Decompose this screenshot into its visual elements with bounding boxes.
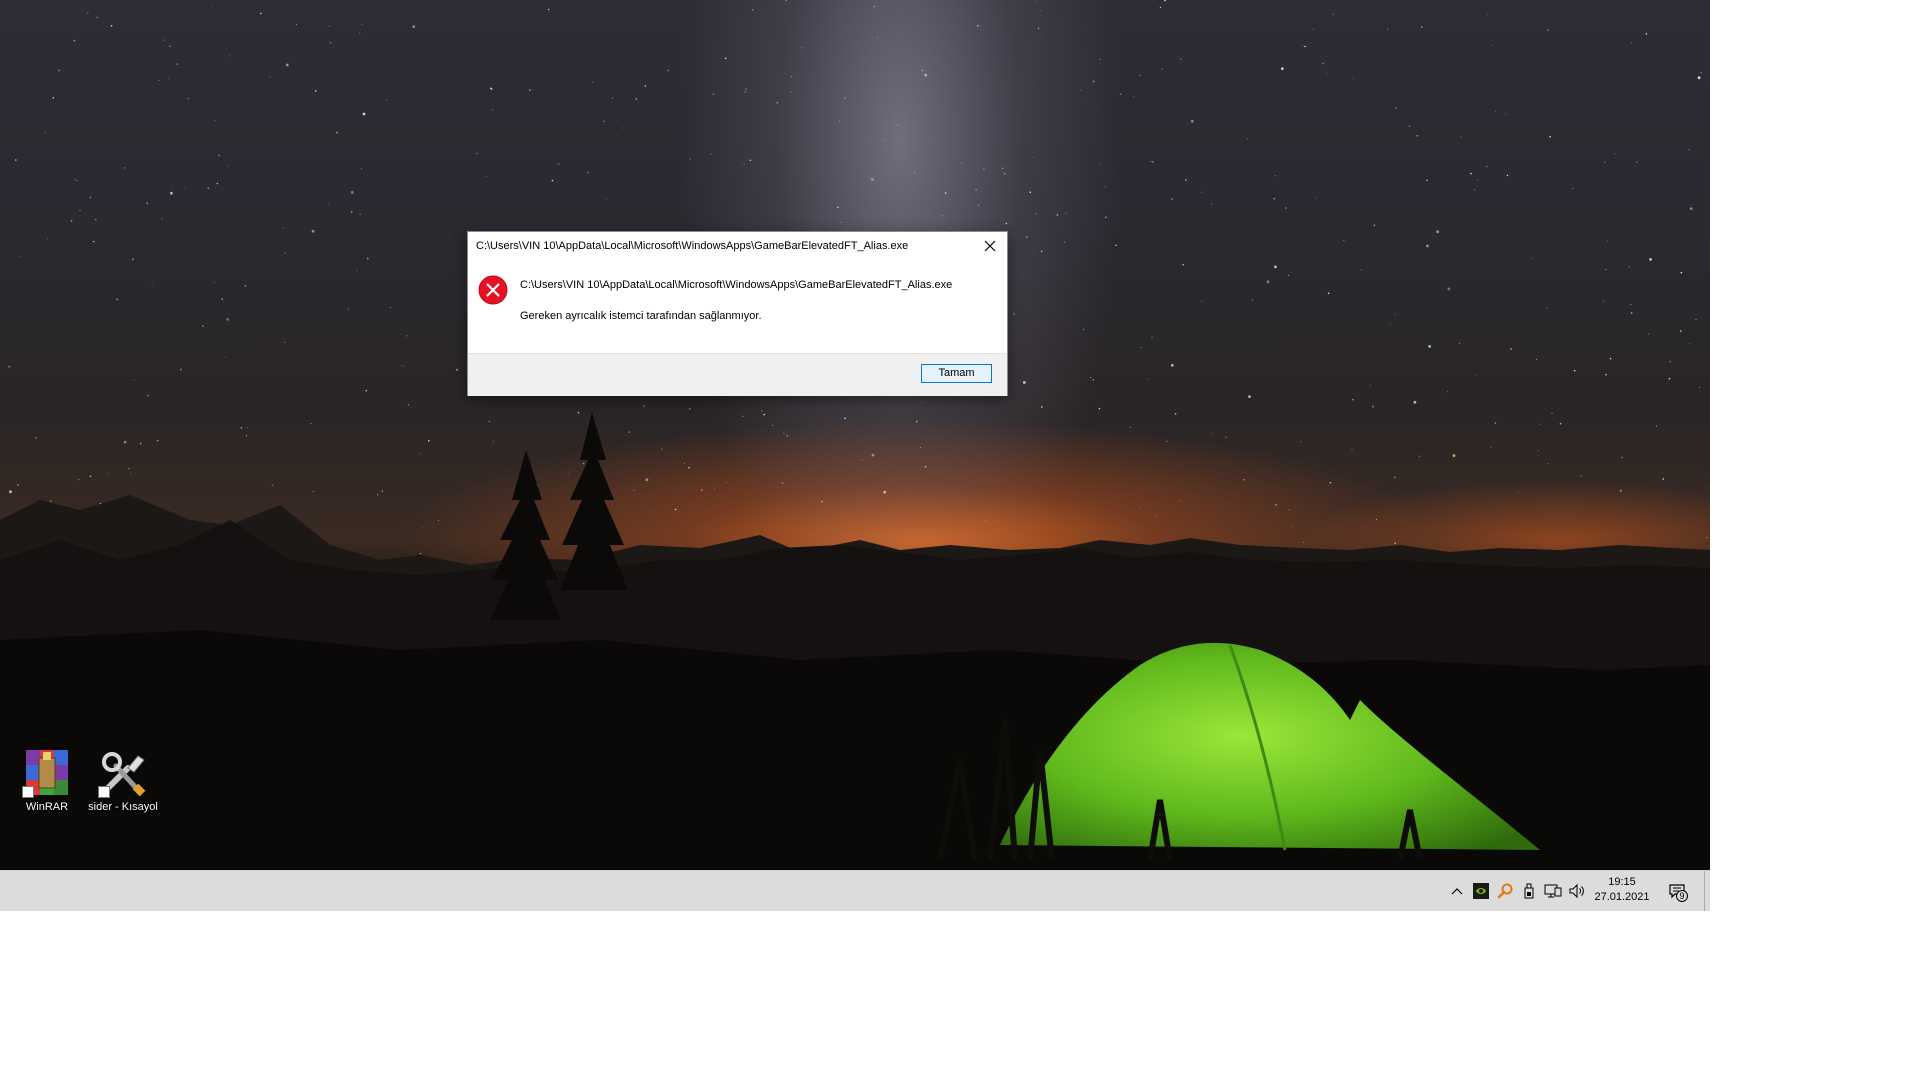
error-message-text: Gereken ayrıcalık istemci tarafından sağ… xyxy=(520,310,762,322)
screen: WinRAR sider - Kısayol C:\Users\VIN 10\A… xyxy=(0,0,1710,911)
ok-button[interactable]: Tamam xyxy=(921,364,992,383)
taskbar-clock[interactable]: 19:15 27.01.2021 xyxy=(1592,875,1652,905)
notification-icon: 9 xyxy=(1669,883,1688,902)
dialog-titlebar[interactable]: C:\Users\VIN 10\AppData\Local\Microsoft\… xyxy=(468,232,1007,262)
shortcut-arrow-icon xyxy=(98,786,110,798)
error-dialog[interactable]: C:\Users\VIN 10\AppData\Local\Microsoft\… xyxy=(467,231,1008,396)
tray-volume[interactable] xyxy=(1567,881,1587,901)
action-center-button[interactable]: 9 xyxy=(1667,881,1688,902)
search-key-icon xyxy=(1497,883,1513,899)
desktop-wallpaper[interactable]: WinRAR sider - Kısayol C:\Users\VIN 10\A… xyxy=(0,0,1710,870)
volume-icon xyxy=(1569,883,1584,899)
desktop-icon-sider[interactable]: sider - Kısayol xyxy=(88,748,158,815)
landscape-silhouette xyxy=(0,412,1710,870)
close-button[interactable] xyxy=(973,232,1007,260)
error-icon xyxy=(478,275,508,305)
desktop-icon-label: WinRAR xyxy=(25,801,69,813)
clock-date: 27.01.2021 xyxy=(1594,891,1650,903)
tray-network[interactable] xyxy=(1543,881,1563,901)
tray-nvidia[interactable] xyxy=(1471,881,1491,901)
notification-count-badge: 9 xyxy=(1676,890,1688,902)
dialog-title: C:\Users\VIN 10\AppData\Local\Microsoft\… xyxy=(476,240,909,252)
nvidia-icon xyxy=(1473,883,1489,899)
chevron-up-icon xyxy=(1451,888,1463,895)
dialog-footer: Tamam xyxy=(468,353,1007,396)
shortcut-arrow-icon xyxy=(22,786,34,798)
network-icon xyxy=(1544,884,1562,898)
error-message-path: C:\Users\VIN 10\AppData\Local\Microsoft\… xyxy=(520,279,953,291)
winrar-icon xyxy=(22,748,72,798)
tray-search-key[interactable] xyxy=(1495,881,1515,901)
tray-usb[interactable] xyxy=(1519,881,1539,901)
desktop-icon-winrar[interactable]: WinRAR xyxy=(12,748,82,815)
clock-time: 19:15 xyxy=(1608,876,1636,888)
desktop-icon-label: sider - Kısayol xyxy=(88,801,158,813)
taskbar[interactable]: 19:15 27.01.2021 9 xyxy=(0,870,1710,911)
show-desktop-button[interactable] xyxy=(1704,871,1710,911)
tools-icon xyxy=(98,748,148,798)
usb-icon xyxy=(1524,883,1534,899)
close-icon xyxy=(984,240,996,252)
show-hidden-icons-button[interactable] xyxy=(1447,881,1467,901)
